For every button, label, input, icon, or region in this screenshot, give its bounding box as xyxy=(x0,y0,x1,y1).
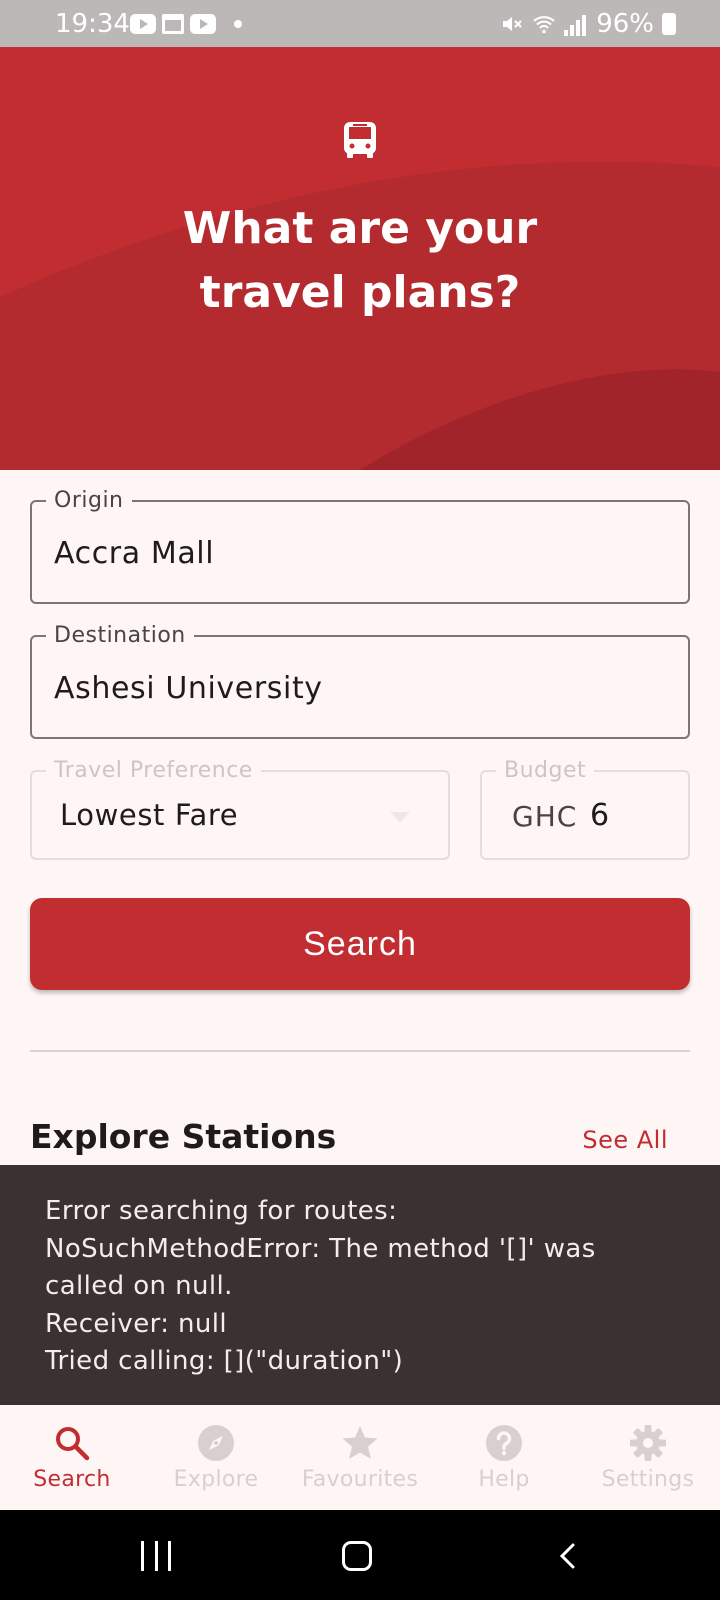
destination-field[interactable]: Destination Ashesi University xyxy=(30,623,690,739)
bottom-navigation: Search Explore Favourites Help Settings xyxy=(0,1405,720,1510)
status-time: 19:34 xyxy=(55,9,130,39)
signal-icon xyxy=(564,12,588,36)
header-banner: What are your travel plans? xyxy=(0,47,720,470)
nav-label-search: Search xyxy=(33,1467,111,1492)
battery-icon xyxy=(662,13,676,35)
notification-icons xyxy=(130,14,242,34)
chevron-down-icon[interactable] xyxy=(390,812,410,822)
status-bar: 19:34 96% xyxy=(0,0,720,47)
calendar-icon xyxy=(162,14,184,34)
snackbar-line: NoSuchMethodError: The method '[]' was xyxy=(45,1233,596,1264)
nav-label-favourites: Favourites xyxy=(301,1467,419,1492)
star-icon xyxy=(342,1426,378,1459)
system-icons: 96% xyxy=(500,9,676,39)
snackbar-line: Receiver: null xyxy=(45,1308,228,1339)
nav-item-help[interactable]: Help xyxy=(432,1405,576,1510)
title-line-1: What are your xyxy=(182,203,538,254)
destination-value[interactable]: Ashesi University xyxy=(54,671,323,706)
travel-preference-label: Travel Preference xyxy=(46,758,261,783)
budget-label: Budget xyxy=(496,758,595,783)
nav-label-explore: Explore xyxy=(173,1467,259,1492)
budget-value[interactable]: 6 xyxy=(590,798,610,833)
snackbar-line: Tried calling: []("duration") xyxy=(45,1346,404,1376)
bus-icon xyxy=(344,122,376,158)
title-line-2: travel plans? xyxy=(199,267,521,318)
nav-label-help: Help xyxy=(478,1467,530,1492)
youtube-icon xyxy=(190,14,216,34)
page-title: What are your travel plans? xyxy=(0,197,720,325)
snackbar-line: called on null. xyxy=(45,1271,233,1301)
origin-value[interactable]: Accra Mall xyxy=(54,536,214,571)
dot-icon xyxy=(234,20,242,28)
origin-label: Origin xyxy=(46,488,132,513)
compass-icon xyxy=(198,1425,234,1461)
mute-icon xyxy=(503,17,522,31)
nav-item-explore[interactable]: Explore xyxy=(144,1405,288,1510)
wifi-icon xyxy=(533,16,555,34)
nav-item-favourites[interactable]: Favourites xyxy=(288,1405,432,1510)
origin-field[interactable]: Origin Accra Mall xyxy=(30,488,690,604)
battery-percent: 96% xyxy=(596,9,654,39)
nav-item-settings[interactable]: Settings xyxy=(576,1405,720,1510)
search-icon xyxy=(56,1427,90,1461)
recent-apps-button[interactable] xyxy=(141,1541,171,1571)
snackbar-line: Error searching for routes: xyxy=(45,1196,398,1226)
travel-preference-value[interactable]: Lowest Fare xyxy=(60,798,238,832)
gear-icon xyxy=(630,1425,666,1461)
search-button[interactable]: Search xyxy=(30,898,690,990)
explore-stations-heading: Explore Stations xyxy=(30,1117,337,1156)
help-icon xyxy=(486,1425,522,1461)
divider xyxy=(30,1050,690,1052)
budget-field[interactable]: Budget GHC 6 xyxy=(480,758,690,860)
system-navigation-bar xyxy=(0,1510,720,1600)
travel-preference-dropdown[interactable]: Travel Preference Lowest Fare xyxy=(30,758,450,860)
nav-item-search[interactable]: Search xyxy=(0,1405,144,1510)
back-button[interactable] xyxy=(555,1543,581,1569)
home-button[interactable] xyxy=(342,1541,372,1571)
destination-label: Destination xyxy=(46,623,194,648)
youtube-icon xyxy=(130,14,156,34)
nav-label-settings: Settings xyxy=(601,1467,695,1492)
see-all-link[interactable]: See All xyxy=(582,1126,668,1154)
error-snackbar: Error searching for routes: NoSuchMethod… xyxy=(0,1165,720,1405)
budget-currency: GHC xyxy=(512,800,578,833)
